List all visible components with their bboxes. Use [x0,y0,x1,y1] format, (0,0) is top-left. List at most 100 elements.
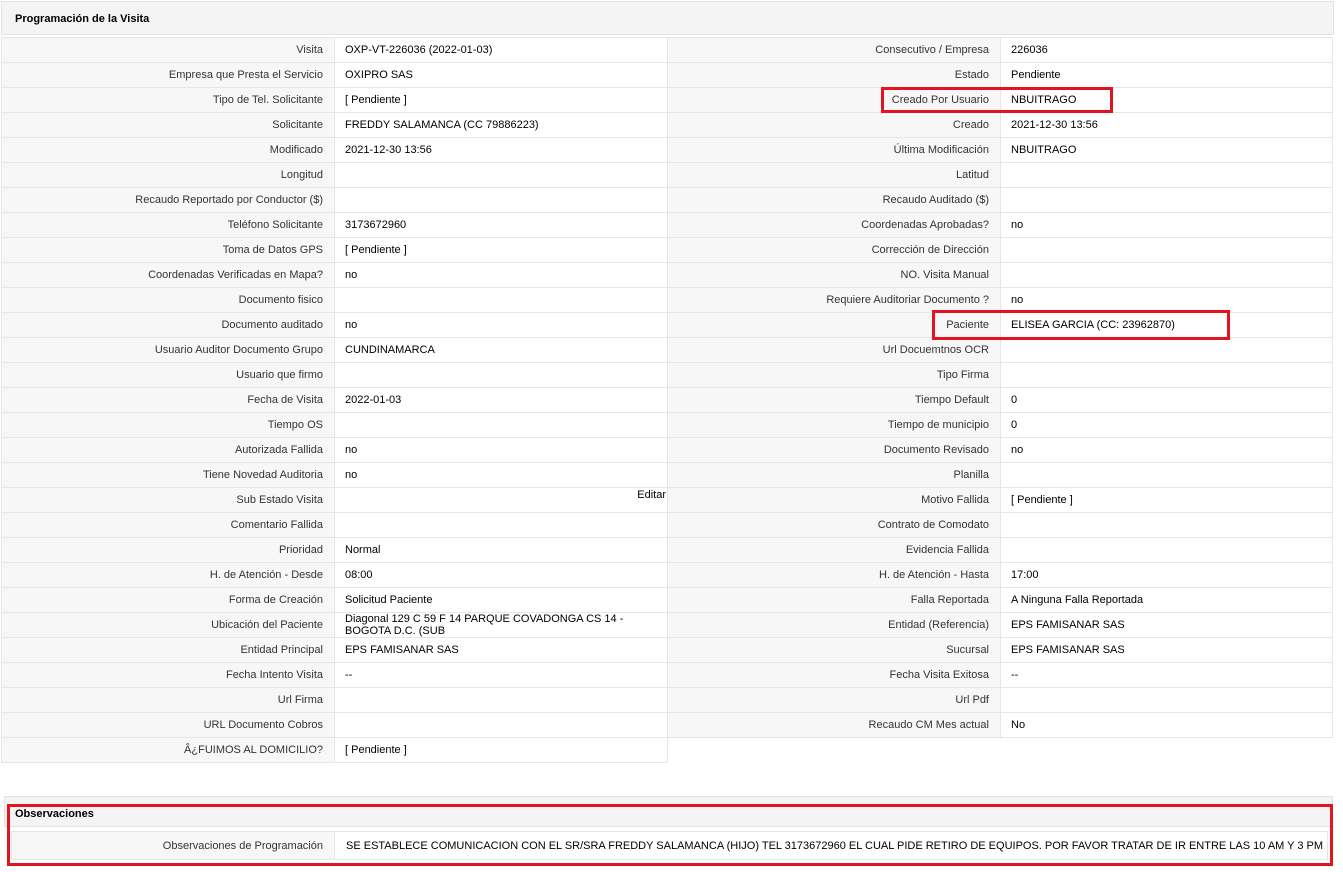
field-label: Estado [667,62,1001,88]
field-label: Comentario Fallida [1,512,335,538]
field-label: Falla Reportada [667,587,1001,613]
field-label: Teléfono Solicitante [1,212,335,238]
field-value: ELISEA GARCIA (CC: 23962870) [1000,312,1333,338]
field-label: Creado [667,112,1001,138]
field-value [334,362,668,388]
table-row: Comentario Fallida Contrato de Comodato [1,512,1335,538]
field-label: Modificado [1,137,335,163]
field-value [1000,687,1333,713]
field-value: Pendiente [1000,62,1333,88]
field-label: Tiene Novedad Auditoria [1,462,335,488]
field-label: NO. Visita Manual [667,262,1001,288]
field-label: Tipo de Tel. Solicitante [1,87,335,113]
field-value: EPS FAMISANAR SAS [1000,612,1333,638]
field-value[interactable]: [ Pendiente ] [1000,487,1333,513]
edit-link[interactable]: Editar [637,489,666,501]
field-label: Tipo Firma [667,362,1001,388]
field-value: OXIPRO SAS [334,62,668,88]
field-label: Documento fisico [1,287,335,313]
field-value [1000,262,1333,288]
field-value: no [1000,287,1333,313]
field-value[interactable]: [ Pendiente ] [334,237,668,263]
field-value [334,162,668,188]
table-row: Modificado 2021-12-30 13:56 Última Modif… [1,137,1335,163]
field-value: CUNDINAMARCA [334,337,668,363]
field-label: Coordenadas Aprobadas? [667,212,1001,238]
field-value [1000,237,1333,263]
table-row: Longitud Latitud [1,162,1335,188]
field-value: Diagonal 129 C 59 F 14 PARQUE COVADONGA … [334,612,668,638]
field-value [1000,162,1333,188]
field-label: Entidad (Referencia) [667,612,1001,638]
field-value [1000,512,1333,538]
field-value[interactable]: [ Pendiente ] [334,737,668,763]
table-row: URL Documento Cobros Recaudo CM Mes actu… [1,712,1335,738]
observaciones-row: Observaciones de Programación SE ESTABLE… [11,831,1329,860]
table-row: Empresa que Presta el Servicio OXIPRO SA… [1,62,1335,88]
panel-header: Programación de la Visita [1,1,1334,35]
field-label: Documento Revisado [667,437,1001,463]
field-value [334,712,668,738]
field-value: 2022-01-03 [334,387,668,413]
field-value: no [1000,437,1333,463]
table-row: Prioridad Normal Evidencia Fallida [1,537,1335,563]
field-label: Entidad Principal [1,637,335,663]
field-value [1000,337,1333,363]
field-label: Empresa que Presta el Servicio [1,62,335,88]
table-row: Fecha de Visita 2022-01-03 Tiempo Defaul… [1,387,1335,413]
field-label: Longitud [1,162,335,188]
field-value: 0 [1000,412,1333,438]
field-label: Consecutivo / Empresa [667,37,1001,63]
field-value [1000,187,1333,213]
field-value: No [1000,712,1333,738]
field-label: Contrato de Comodato [667,512,1001,538]
field-label: Recaudo CM Mes actual [667,712,1001,738]
table-row: Fecha Intento Visita -- Fecha Visita Exi… [1,662,1335,688]
field-label: Url Firma [1,687,335,713]
field-value [334,512,668,538]
field-value: NBUITRAGO [1000,87,1333,113]
field-label: Última Modificación [667,137,1001,163]
field-label: Requiere Auditoriar Documento ? [667,287,1001,313]
field-label: Recaudo Auditado ($) [667,187,1001,213]
table-row: Entidad Principal EPS FAMISANAR SAS Sucu… [1,637,1335,663]
field-value: no [334,262,668,288]
field-value [334,287,668,313]
field-label: Corrección de Dirección [667,237,1001,263]
details-grid: Visita OXP-VT-226036 (2022-01-03) Consec… [1,37,1335,763]
table-row: Sub Estado Visita Editar Motivo Fallida … [1,487,1335,513]
field-value [334,687,668,713]
table-row: Documento fisico Requiere Auditoriar Doc… [1,287,1335,313]
field-label: Prioridad [1,537,335,563]
table-row: Coordenadas Verificadas en Mapa? no NO. … [1,262,1335,288]
field-label: Coordenadas Verificadas en Mapa? [1,262,335,288]
field-label: Usuario que firmo [1,362,335,388]
table-row: Visita OXP-VT-226036 (2022-01-03) Consec… [1,37,1335,63]
field-label: Latitud [667,162,1001,188]
field-label: Url Pdf [667,687,1001,713]
field-value: 17:00 [1000,562,1333,588]
field-value: 0 [1000,387,1333,413]
field-value: no [334,462,668,488]
field-label: Evidencia Fallida [667,537,1001,563]
empty-cell [667,737,1335,763]
table-row: Forma de Creación Solicitud Paciente Fal… [1,587,1335,613]
field-value [1000,362,1333,388]
field-label: Documento auditado [1,312,335,338]
panel-title: Programación de la Visita [15,13,150,25]
field-label: Creado Por Usuario [667,87,1001,113]
field-value[interactable]: [ Pendiente ] [334,87,668,113]
table-row: Â¿FUIMOS AL DOMICILIO? [ Pendiente ] [1,737,1335,763]
table-row: Autorizada Fallida no Documento Revisado… [1,437,1335,463]
field-label: Ubicación del Paciente [1,612,335,638]
field-label: Â¿FUIMOS AL DOMICILIO? [1,737,335,763]
observaciones-title: Observaciones [15,808,94,820]
table-row: Recaudo Reportado por Conductor ($) Reca… [1,187,1335,213]
field-value: 2021-12-30 13:56 [334,137,668,163]
field-label: Sucursal [667,637,1001,663]
field-label: Tiempo OS [1,412,335,438]
patient-address: Diagonal 129 C 59 F 14 PARQUE COVADONGA … [345,613,624,637]
field-value [1000,462,1333,488]
field-value: -- [334,662,668,688]
field-value: EPS FAMISANAR SAS [1000,637,1333,663]
